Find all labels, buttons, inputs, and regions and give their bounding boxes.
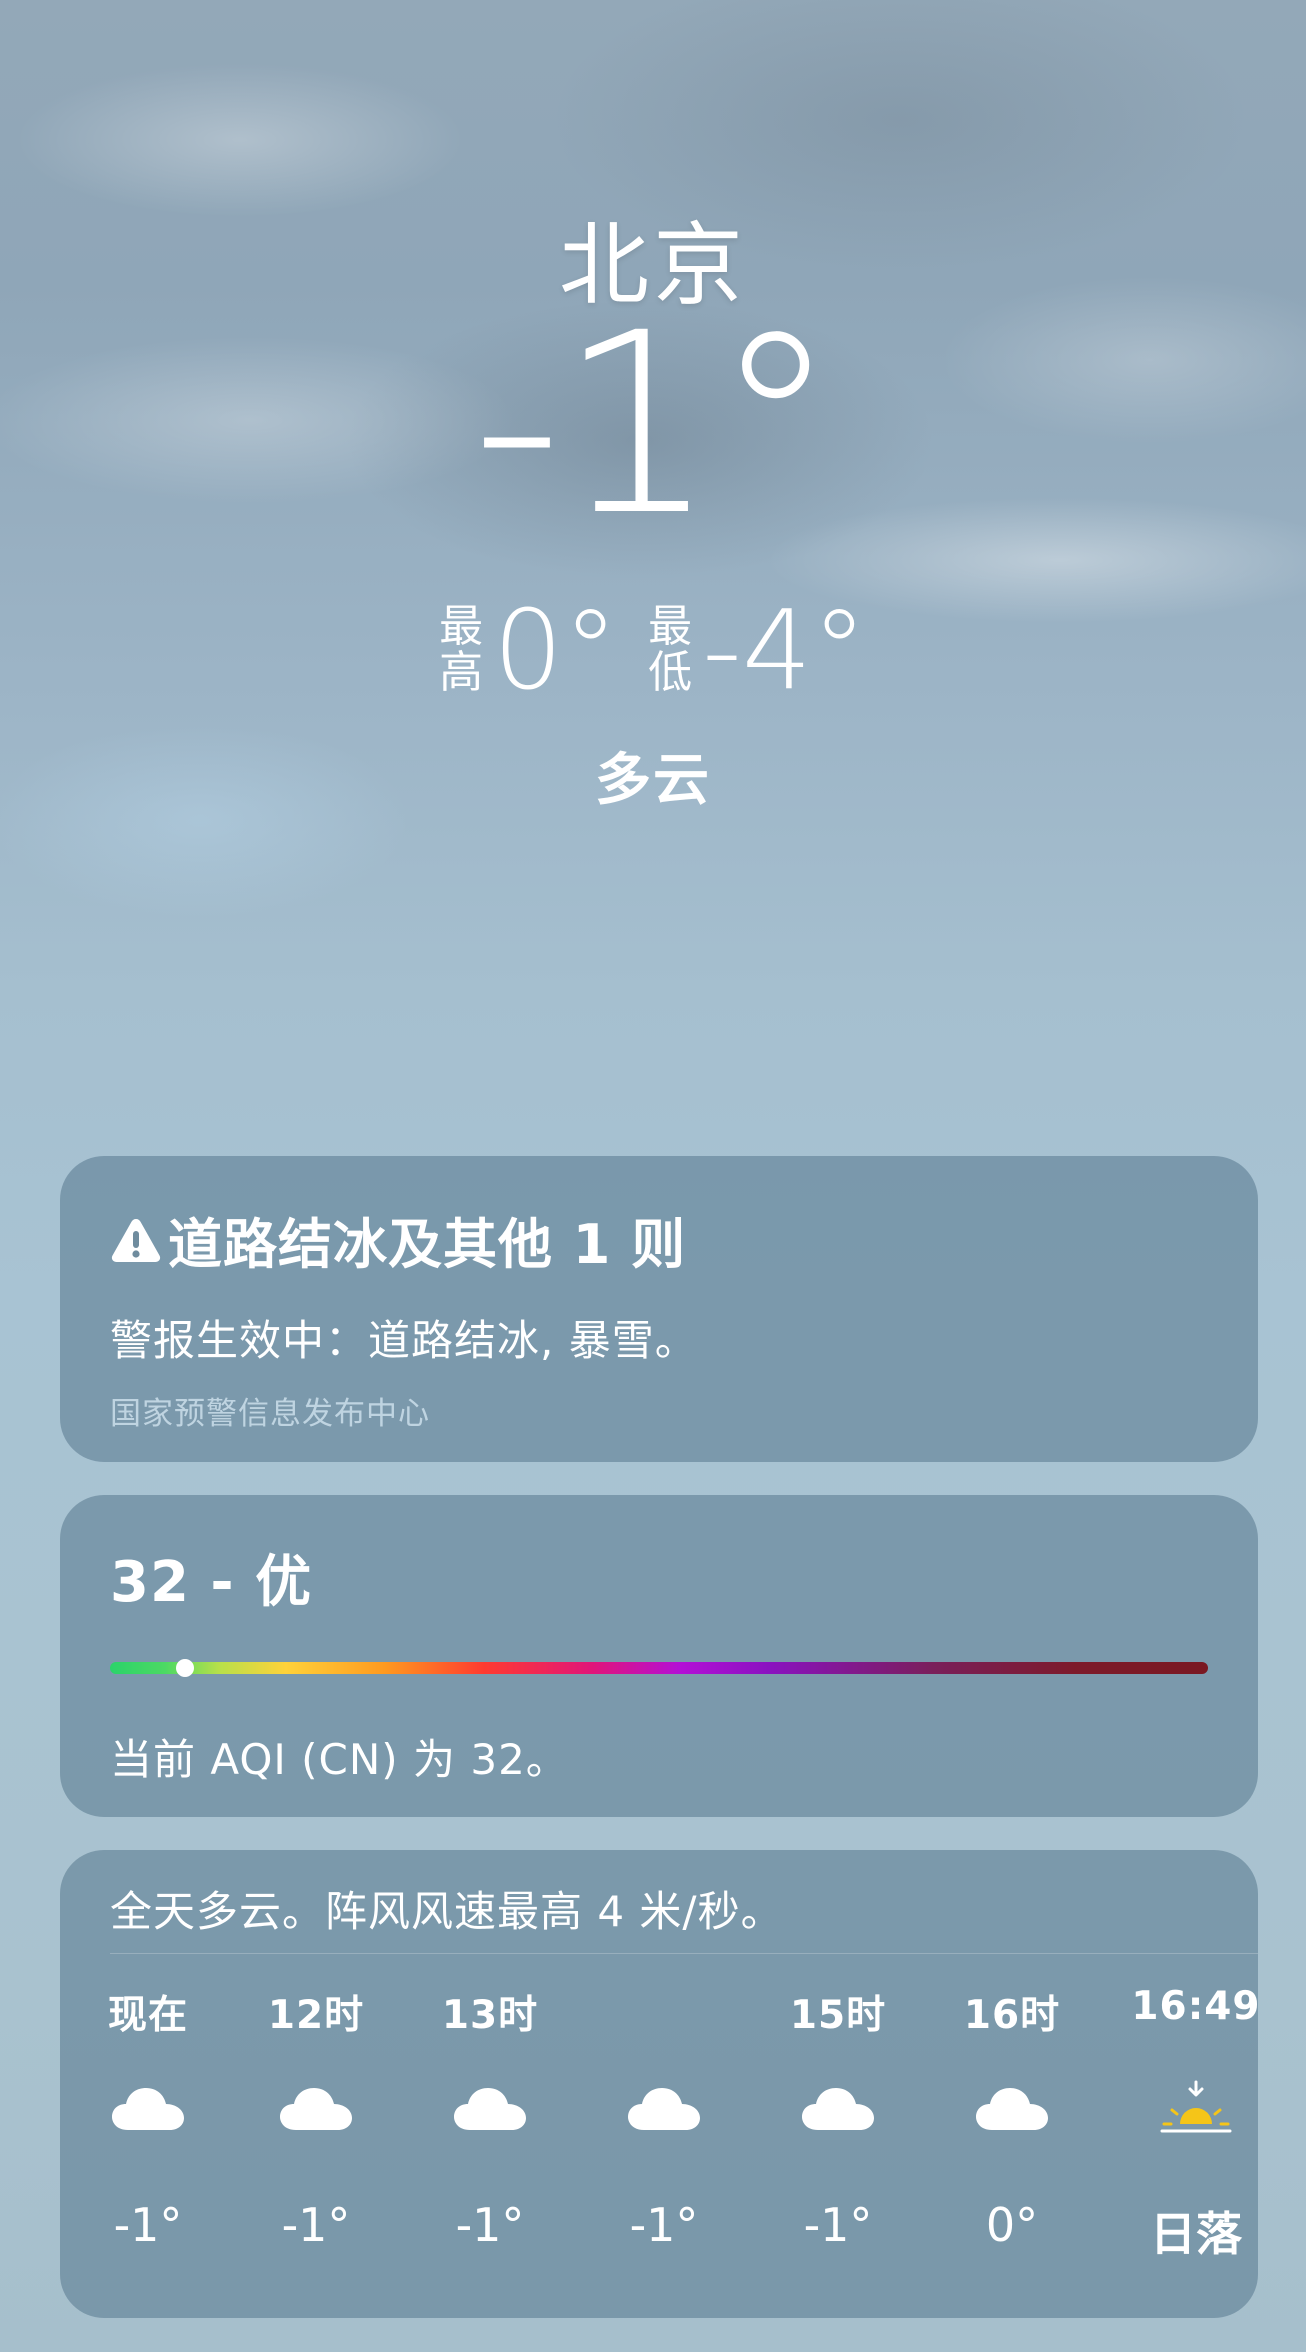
- low-temperature: 最 低 -4°: [648, 595, 867, 705]
- hourly-temperature: -1°: [803, 2198, 873, 2252]
- low-label-top: 最: [648, 601, 693, 652]
- hourly-item: 12时 -1°: [231, 1970, 401, 2310]
- hourly-temperature: 0°: [985, 2198, 1039, 2252]
- low-value: -4°: [702, 586, 867, 714]
- sunset-icon: [1156, 2080, 1236, 2140]
- high-low-temperatures: 最 高 0° 最 低 -4°: [0, 595, 1306, 705]
- hourly-time: 12时: [267, 1993, 365, 2038]
- hourly-temperature: -1°: [281, 2198, 351, 2252]
- hourly-temperature: 日落: [1150, 2207, 1242, 2261]
- alert-source: 国家预警信息发布中心: [110, 1396, 430, 1432]
- high-label-top: 最: [439, 601, 484, 652]
- high-label-bottom: 高: [439, 647, 484, 698]
- severe-weather-alert-card[interactable]: 道路结冰及其他 1 则 警报生效中：道路结冰, 暴雪。 国家预警信息发布中心: [60, 1156, 1258, 1462]
- hourly-item: 现在 -1°: [63, 1970, 233, 2310]
- alert-title: 道路结冰及其他 1 则: [110, 1200, 1208, 1279]
- aqi-indicator: [175, 1659, 194, 1677]
- hourly-item: 13时 -1°: [405, 1970, 575, 2310]
- cloud-icon: [276, 2080, 356, 2140]
- high-temperature: 最 高 0°: [439, 595, 618, 705]
- aqi-scale-bar: [110, 1659, 1208, 1677]
- warning-triangle-icon: [111, 1218, 161, 1262]
- hourly-time: 16时: [963, 1993, 1061, 2038]
- cloud-icon: [624, 2080, 704, 2140]
- low-label: 最 低: [648, 604, 692, 696]
- hourly-forecast-card[interactable]: 全天多云。阵风风速最高 4 米/秒。 现在 -1° 12时 -1° 13时 -1° -1° 1…: [60, 1850, 1258, 2318]
- cloud-icon: [972, 2080, 1052, 2140]
- hourly-time: 13时: [441, 1993, 539, 2038]
- hourly-item: 15时 -1°: [753, 1970, 923, 2310]
- hourly-time: 15时: [789, 1993, 887, 2038]
- alert-title-text: 道路结冰及其他 1 则: [168, 1213, 687, 1276]
- low-label-bottom: 低: [648, 647, 693, 698]
- alert-body: 警报生效中：道路结冰, 暴雪。: [110, 1316, 698, 1365]
- cloud-icon: [450, 2080, 530, 2140]
- high-value: 0°: [493, 586, 619, 714]
- hourly-time: 16:49: [1131, 1984, 1258, 2029]
- cloud-icon: [798, 2080, 878, 2140]
- hourly-summary: 全天多云。阵风风速最高 4 米/秒。: [110, 1850, 1258, 1954]
- hourly-time: 现在: [107, 1993, 188, 2038]
- hourly-temperature: -1°: [455, 2198, 525, 2252]
- hourly-item: 16:49 日落: [1111, 1970, 1258, 2310]
- hourly-item: -1°: [579, 1970, 749, 2310]
- cloud-icon: [108, 2080, 188, 2140]
- air-quality-card[interactable]: 32 - 优 当前 AQI (CN) 为 32。: [60, 1495, 1258, 1817]
- weather-condition: 多云: [595, 748, 711, 813]
- hourly-temperature: -1°: [113, 2198, 183, 2252]
- current-temperature: -1°: [471, 279, 838, 570]
- hourly-forecast-list[interactable]: 现在 -1° 12时 -1° 13时 -1° -1° 15时 -1° 16时 0° 16:49 日落: [60, 1970, 1258, 2310]
- high-label: 最 高: [439, 604, 483, 696]
- aqi-title: 32 - 优: [110, 1550, 313, 1615]
- hourly-temperature: -1°: [629, 2198, 699, 2252]
- aqi-description: 当前 AQI (CN) 为 32。: [110, 1735, 569, 1784]
- hourly-item: 16时 0°: [927, 1970, 1097, 2310]
